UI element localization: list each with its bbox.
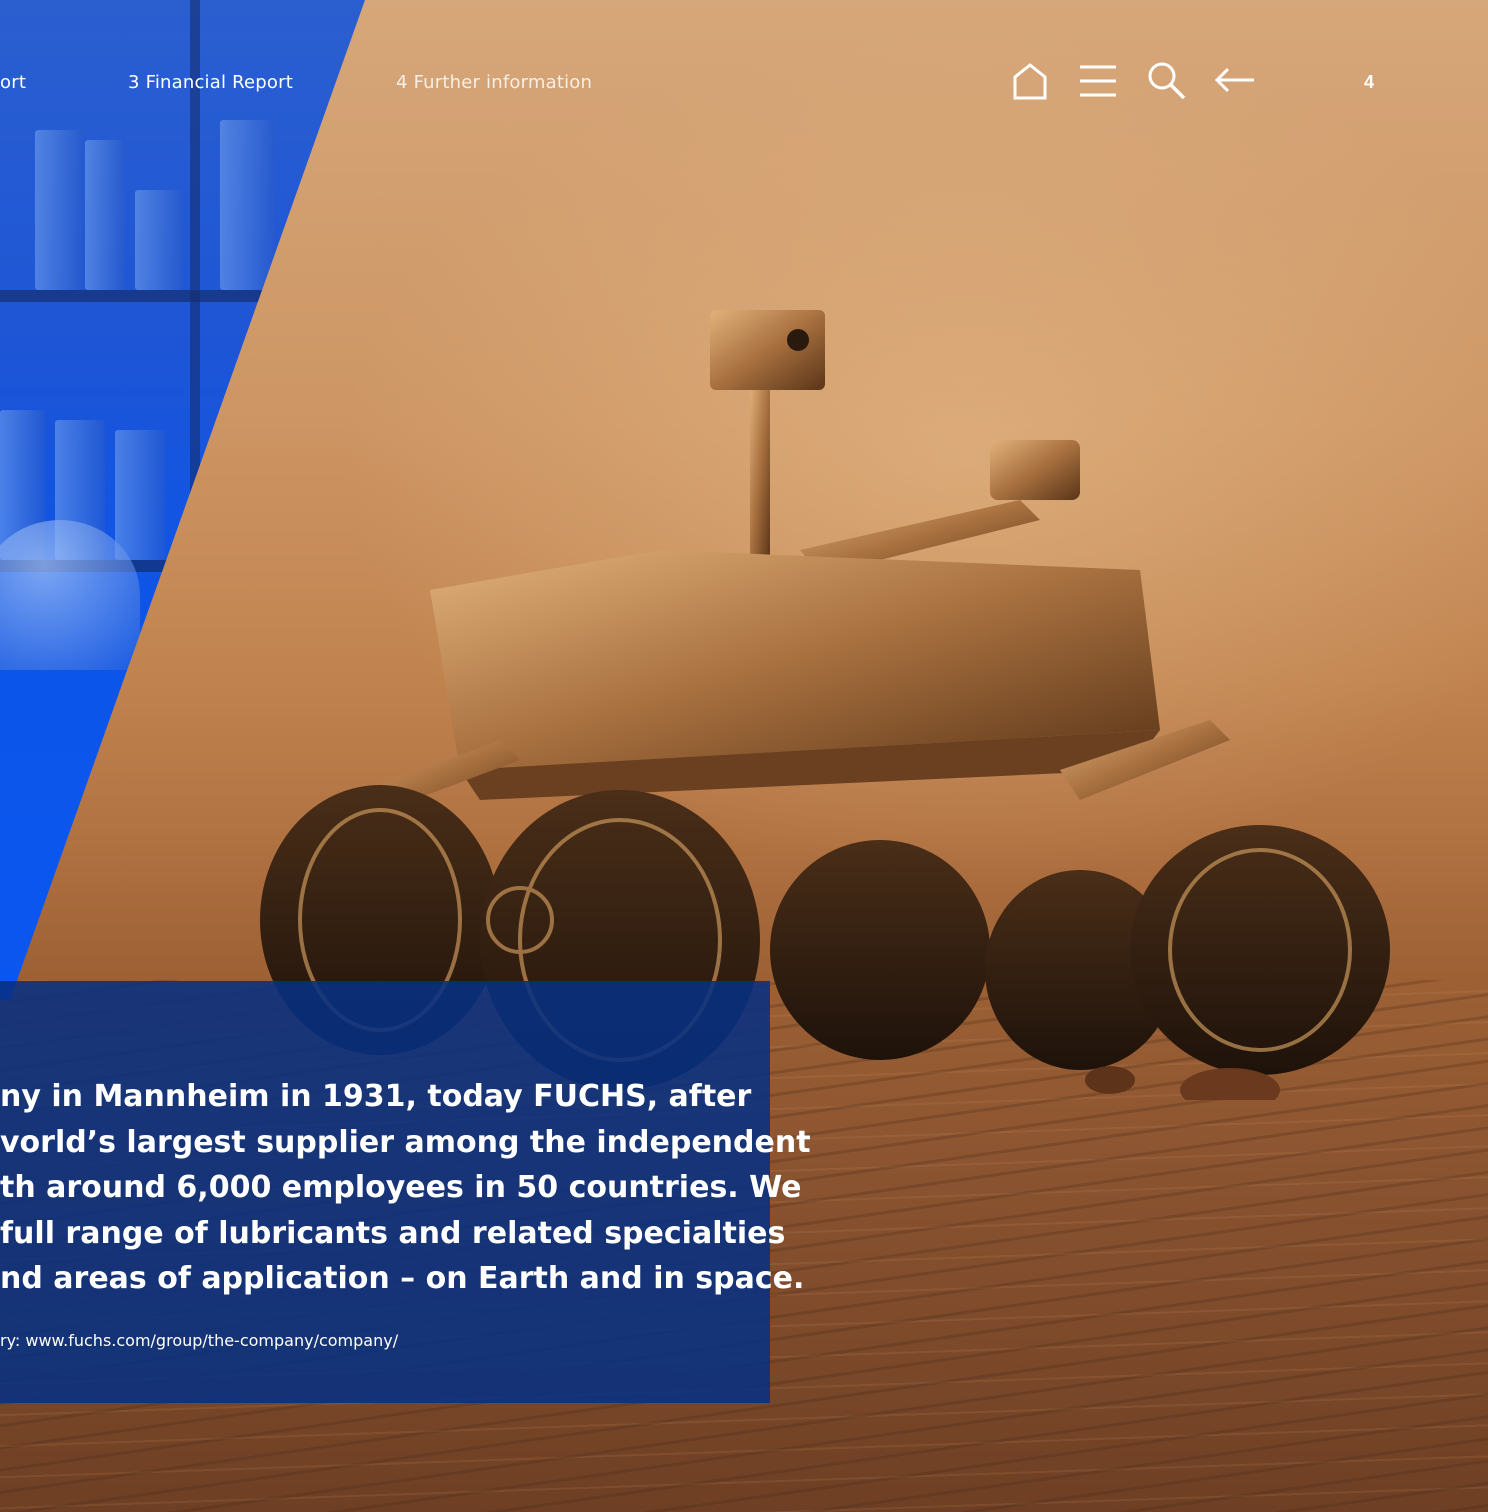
statement-line: full range of lubricants and related spe… [0,1215,786,1251]
statement-line: nd areas of application – on Earth and i… [0,1261,805,1296]
statement-line: vorld’s largest supplier among the indep… [0,1124,811,1160]
statement-line: th around 6,000 employees in 50 countrie… [0,1170,802,1205]
search-icon[interactable] [1146,60,1186,100]
statement-line: ny in Mannheim in 1931, today FUCHS, aft… [0,1079,752,1114]
back-arrow-icon[interactable] [1214,60,1254,100]
top-navigation: ort 3 Financial Report 4 Further informa… [0,60,1488,106]
nav-link-financial-report[interactable]: 3 Financial Report [128,72,293,93]
home-icon[interactable] [1010,60,1050,100]
company-statement: ny in Mannheim in 1931, today FUCHS, aft… [0,1074,811,1302]
menu-icon[interactable] [1078,60,1118,100]
nav-link-further-information[interactable]: 4 Further information [396,72,592,93]
company-statement-box: ny in Mannheim in 1931, today FUCHS, aft… [0,981,811,1403]
page-number: 4 [1363,72,1374,92]
mars-rover-image [260,310,1390,1100]
source-link[interactable]: ry: www.fuchs.com/group/the-company/comp… [0,1331,398,1350]
nav-link-report[interactable]: ort [0,72,26,93]
